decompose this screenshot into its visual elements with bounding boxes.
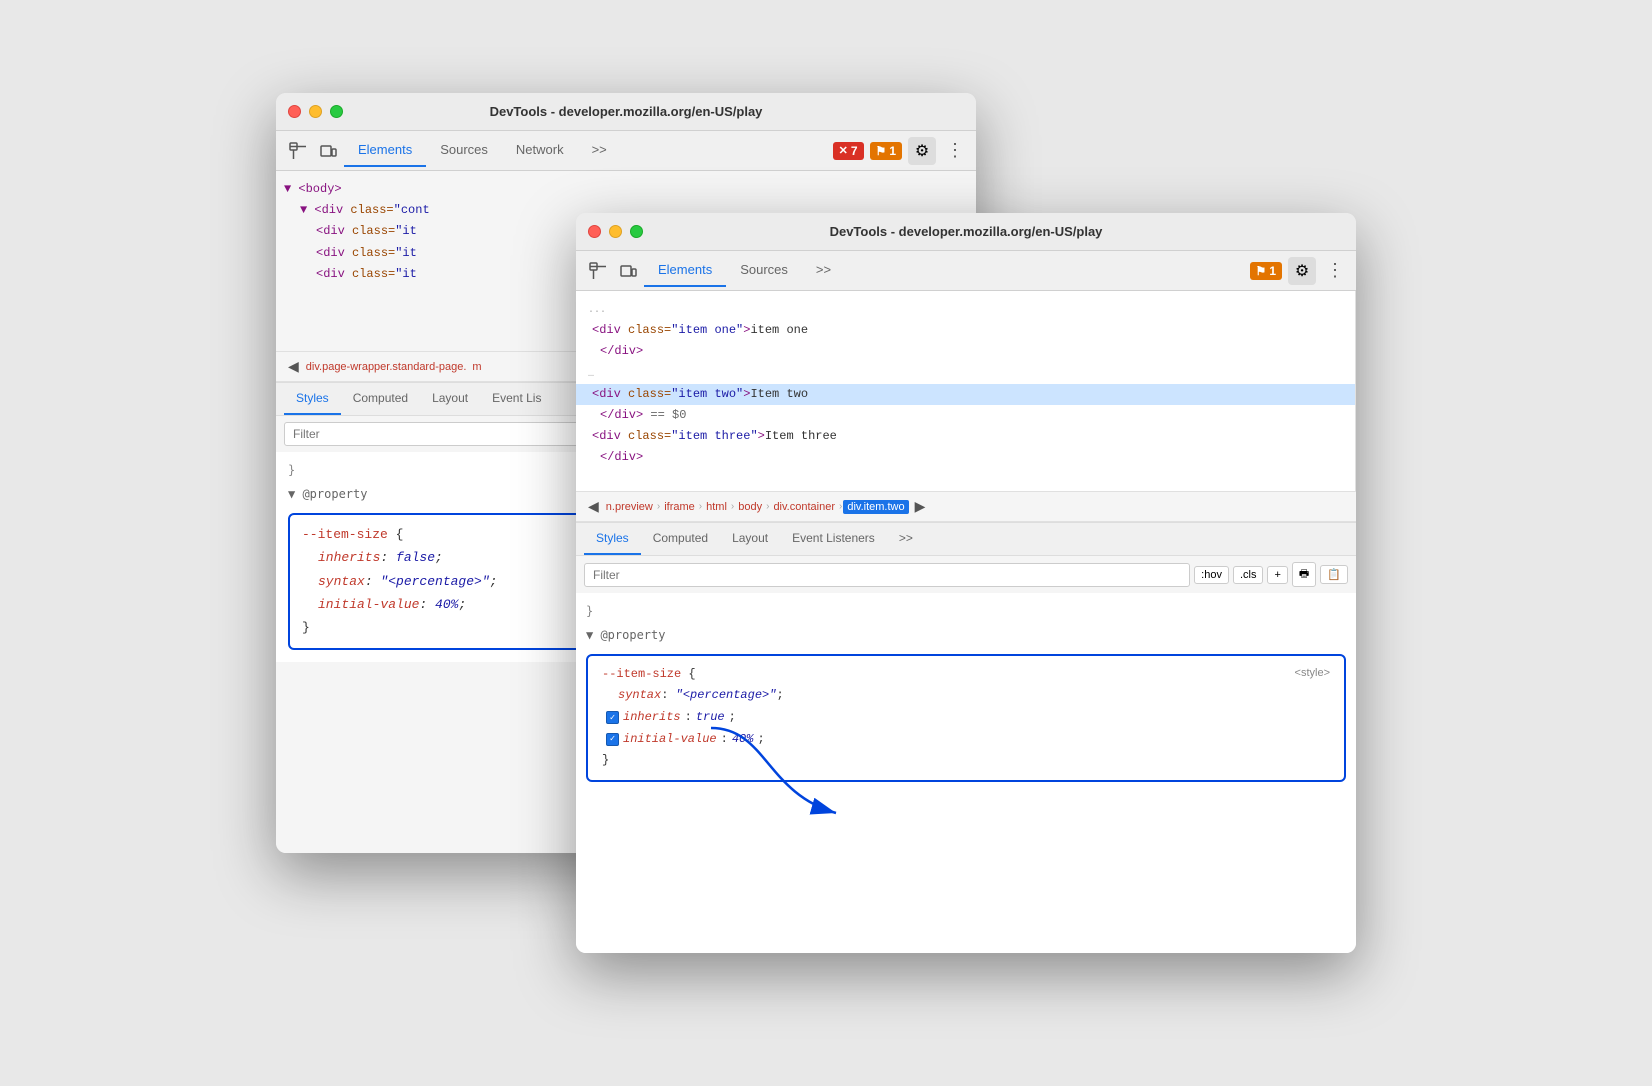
maximize-button-front[interactable] <box>630 225 643 238</box>
tab-bar-front: Elements Sources >> <box>644 254 1248 287</box>
breadcrumb-path-back[interactable]: div.page-wrapper.standard-page. <box>303 359 470 375</box>
front-tree-7: </div> <box>576 447 1355 468</box>
css-row-initial: initial-value: 40%; <box>602 729 1330 751</box>
filter-row-front: :hov .cls + 🖶 📋 <box>584 562 1348 587</box>
filter-clipboard-btn[interactable]: 📋 <box>1320 565 1348 584</box>
front-tree-5: </div> == $0 <box>576 405 1355 426</box>
warning-badge-back: ⚑ 1 <box>870 142 902 160</box>
css-content-front: } ▼ @property --item-size { <style> synt… <box>576 593 1356 953</box>
breadcrumb-back-btn[interactable]: ◀ <box>284 356 303 377</box>
filter-add-btn[interactable]: + <box>1267 566 1287 584</box>
warning-badge-front: ⚑ 1 <box>1250 262 1282 280</box>
error-badge-back: ✕ 7 <box>833 142 864 160</box>
minimize-button-front[interactable] <box>609 225 622 238</box>
error-count-back: 7 <box>851 144 858 158</box>
bc-container[interactable]: div.container <box>770 499 838 515</box>
tab-sources-back[interactable]: Sources <box>426 134 502 167</box>
toolbar-back: Elements Sources Network >> ✕ 7 ⚑ 1 ⚙ ⋮ <box>276 131 976 171</box>
devtools-window-front: DevTools - developer.mozilla.org/en-US/p… <box>576 213 1356 953</box>
front-tree-dots: … <box>576 363 1355 384</box>
front-tree-6: <div class="item three">Item three <box>576 426 1355 447</box>
more-button-back[interactable]: ⋮ <box>942 140 968 161</box>
scene: DevTools - developer.mozilla.org/en-US/p… <box>276 93 1376 993</box>
tab-more-back[interactable]: >> <box>578 134 621 167</box>
breadcrumb-bar-front: ◀ n.preview › iframe › html › body › div… <box>576 491 1356 522</box>
warning-count-front: 1 <box>1269 264 1276 278</box>
minimize-button-back[interactable] <box>309 105 322 118</box>
main-content-front: ... <div class="item one">item one </div… <box>576 291 1356 953</box>
tab-elements-back[interactable]: Elements <box>344 134 426 167</box>
window-title-back: DevTools - developer.mozilla.org/en-US/p… <box>288 104 964 119</box>
sub-tab-layout-back[interactable]: Layout <box>420 383 480 415</box>
front-tree-1: ... <box>576 299 1355 320</box>
tab-elements-front[interactable]: Elements <box>644 254 726 287</box>
close-button-back[interactable] <box>288 105 301 118</box>
warning-icon-front: ⚑ <box>1256 264 1267 278</box>
front-tree-4: <div class="item two">Item two <box>576 384 1355 405</box>
device-icon[interactable] <box>314 137 342 165</box>
sub-panel-front: Styles Computed Layout Event Listeners >… <box>576 522 1356 953</box>
inspect-icon[interactable] <box>284 137 312 165</box>
bc-body[interactable]: body <box>735 499 765 515</box>
maximize-button-back[interactable] <box>330 105 343 118</box>
filter-hov-btn[interactable]: :hov <box>1194 566 1229 584</box>
tab-bar-back: Elements Sources Network >> <box>344 134 831 167</box>
source-tag: <style> <box>1295 664 1330 686</box>
at-rule-back: ▼ @property <box>288 487 367 501</box>
filter-bar-front: :hov .cls + 🖶 📋 <box>576 556 1356 593</box>
breadcrumb-forward-btn-front[interactable]: ▶ <box>911 496 930 517</box>
sub-tab-eventlis-back[interactable]: Event Lis <box>480 383 553 415</box>
warning-count-back: 1 <box>889 144 896 158</box>
sub-tab-styles-front[interactable]: Styles <box>584 523 641 555</box>
title-bar-front: DevTools - developer.mozilla.org/en-US/p… <box>576 213 1356 251</box>
sub-tab-eventlis-front[interactable]: Event Listeners <box>780 523 887 555</box>
sub-tab-computed-back[interactable]: Computed <box>341 383 420 415</box>
sub-tab-styles-back[interactable]: Styles <box>284 383 341 415</box>
bc-iframe[interactable]: iframe <box>661 499 698 515</box>
breadcrumb-back-btn-front[interactable]: ◀ <box>584 496 603 517</box>
traffic-lights-back <box>288 105 343 118</box>
more-button-front[interactable]: ⋮ <box>1322 260 1348 281</box>
tab-network-back[interactable]: Network <box>502 134 578 167</box>
inherits-checkbox[interactable] <box>606 711 619 724</box>
property-block-front: --item-size { <style> syntax: "<percenta… <box>586 654 1346 782</box>
sub-tab-computed-front[interactable]: Computed <box>641 523 720 555</box>
device-icon-front[interactable] <box>614 257 642 285</box>
toolbar-front: Elements Sources >> ⚑ 1 ⚙ ⋮ <box>576 251 1356 291</box>
html-tree-front: ... <div class="item one">item one </div… <box>576 291 1356 491</box>
toolbar-right-front: ⚑ 1 ⚙ ⋮ <box>1250 257 1348 285</box>
warning-icon: ⚑ <box>876 144 887 158</box>
initial-value-checkbox[interactable] <box>606 733 619 746</box>
breadcrumb-short-back[interactable]: m <box>469 359 484 375</box>
filter-print-btn[interactable]: 🖶 <box>1292 562 1316 587</box>
error-x-icon: ✕ <box>839 144 848 157</box>
bc-item-two[interactable]: div.item.two <box>843 500 908 514</box>
gear-button-front[interactable]: ⚙ <box>1288 257 1316 285</box>
tab-more-front[interactable]: >> <box>802 254 845 287</box>
front-tree-3: </div> <box>576 341 1355 362</box>
css-row-inherits: inherits: true; <box>602 707 1330 729</box>
at-rule-front: ▼ @property <box>586 628 665 642</box>
filter-cls-btn[interactable]: .cls <box>1233 566 1264 584</box>
window-title-front: DevTools - developer.mozilla.org/en-US/p… <box>588 224 1344 239</box>
traffic-lights-front <box>588 225 643 238</box>
toolbar-right-back: ✕ 7 ⚑ 1 ⚙ ⋮ <box>833 137 968 165</box>
bc-preview[interactable]: n.preview <box>603 499 656 515</box>
bc-html[interactable]: html <box>703 499 730 515</box>
tab-sources-front[interactable]: Sources <box>726 254 802 287</box>
title-bar-back: DevTools - developer.mozilla.org/en-US/p… <box>276 93 976 131</box>
filter-input-front[interactable] <box>584 563 1190 587</box>
inspect-icon-front[interactable] <box>584 257 612 285</box>
tree-line-1: ▼ <body> <box>276 179 976 200</box>
sub-tab-layout-front[interactable]: Layout <box>720 523 780 555</box>
sub-tab-more-front[interactable]: >> <box>887 523 925 555</box>
sub-tabs-front: Styles Computed Layout Event Listeners >… <box>576 523 1356 556</box>
front-tree-2: <div class="item one">item one <box>576 320 1355 341</box>
close-button-front[interactable] <box>588 225 601 238</box>
gear-button-back[interactable]: ⚙ <box>908 137 936 165</box>
